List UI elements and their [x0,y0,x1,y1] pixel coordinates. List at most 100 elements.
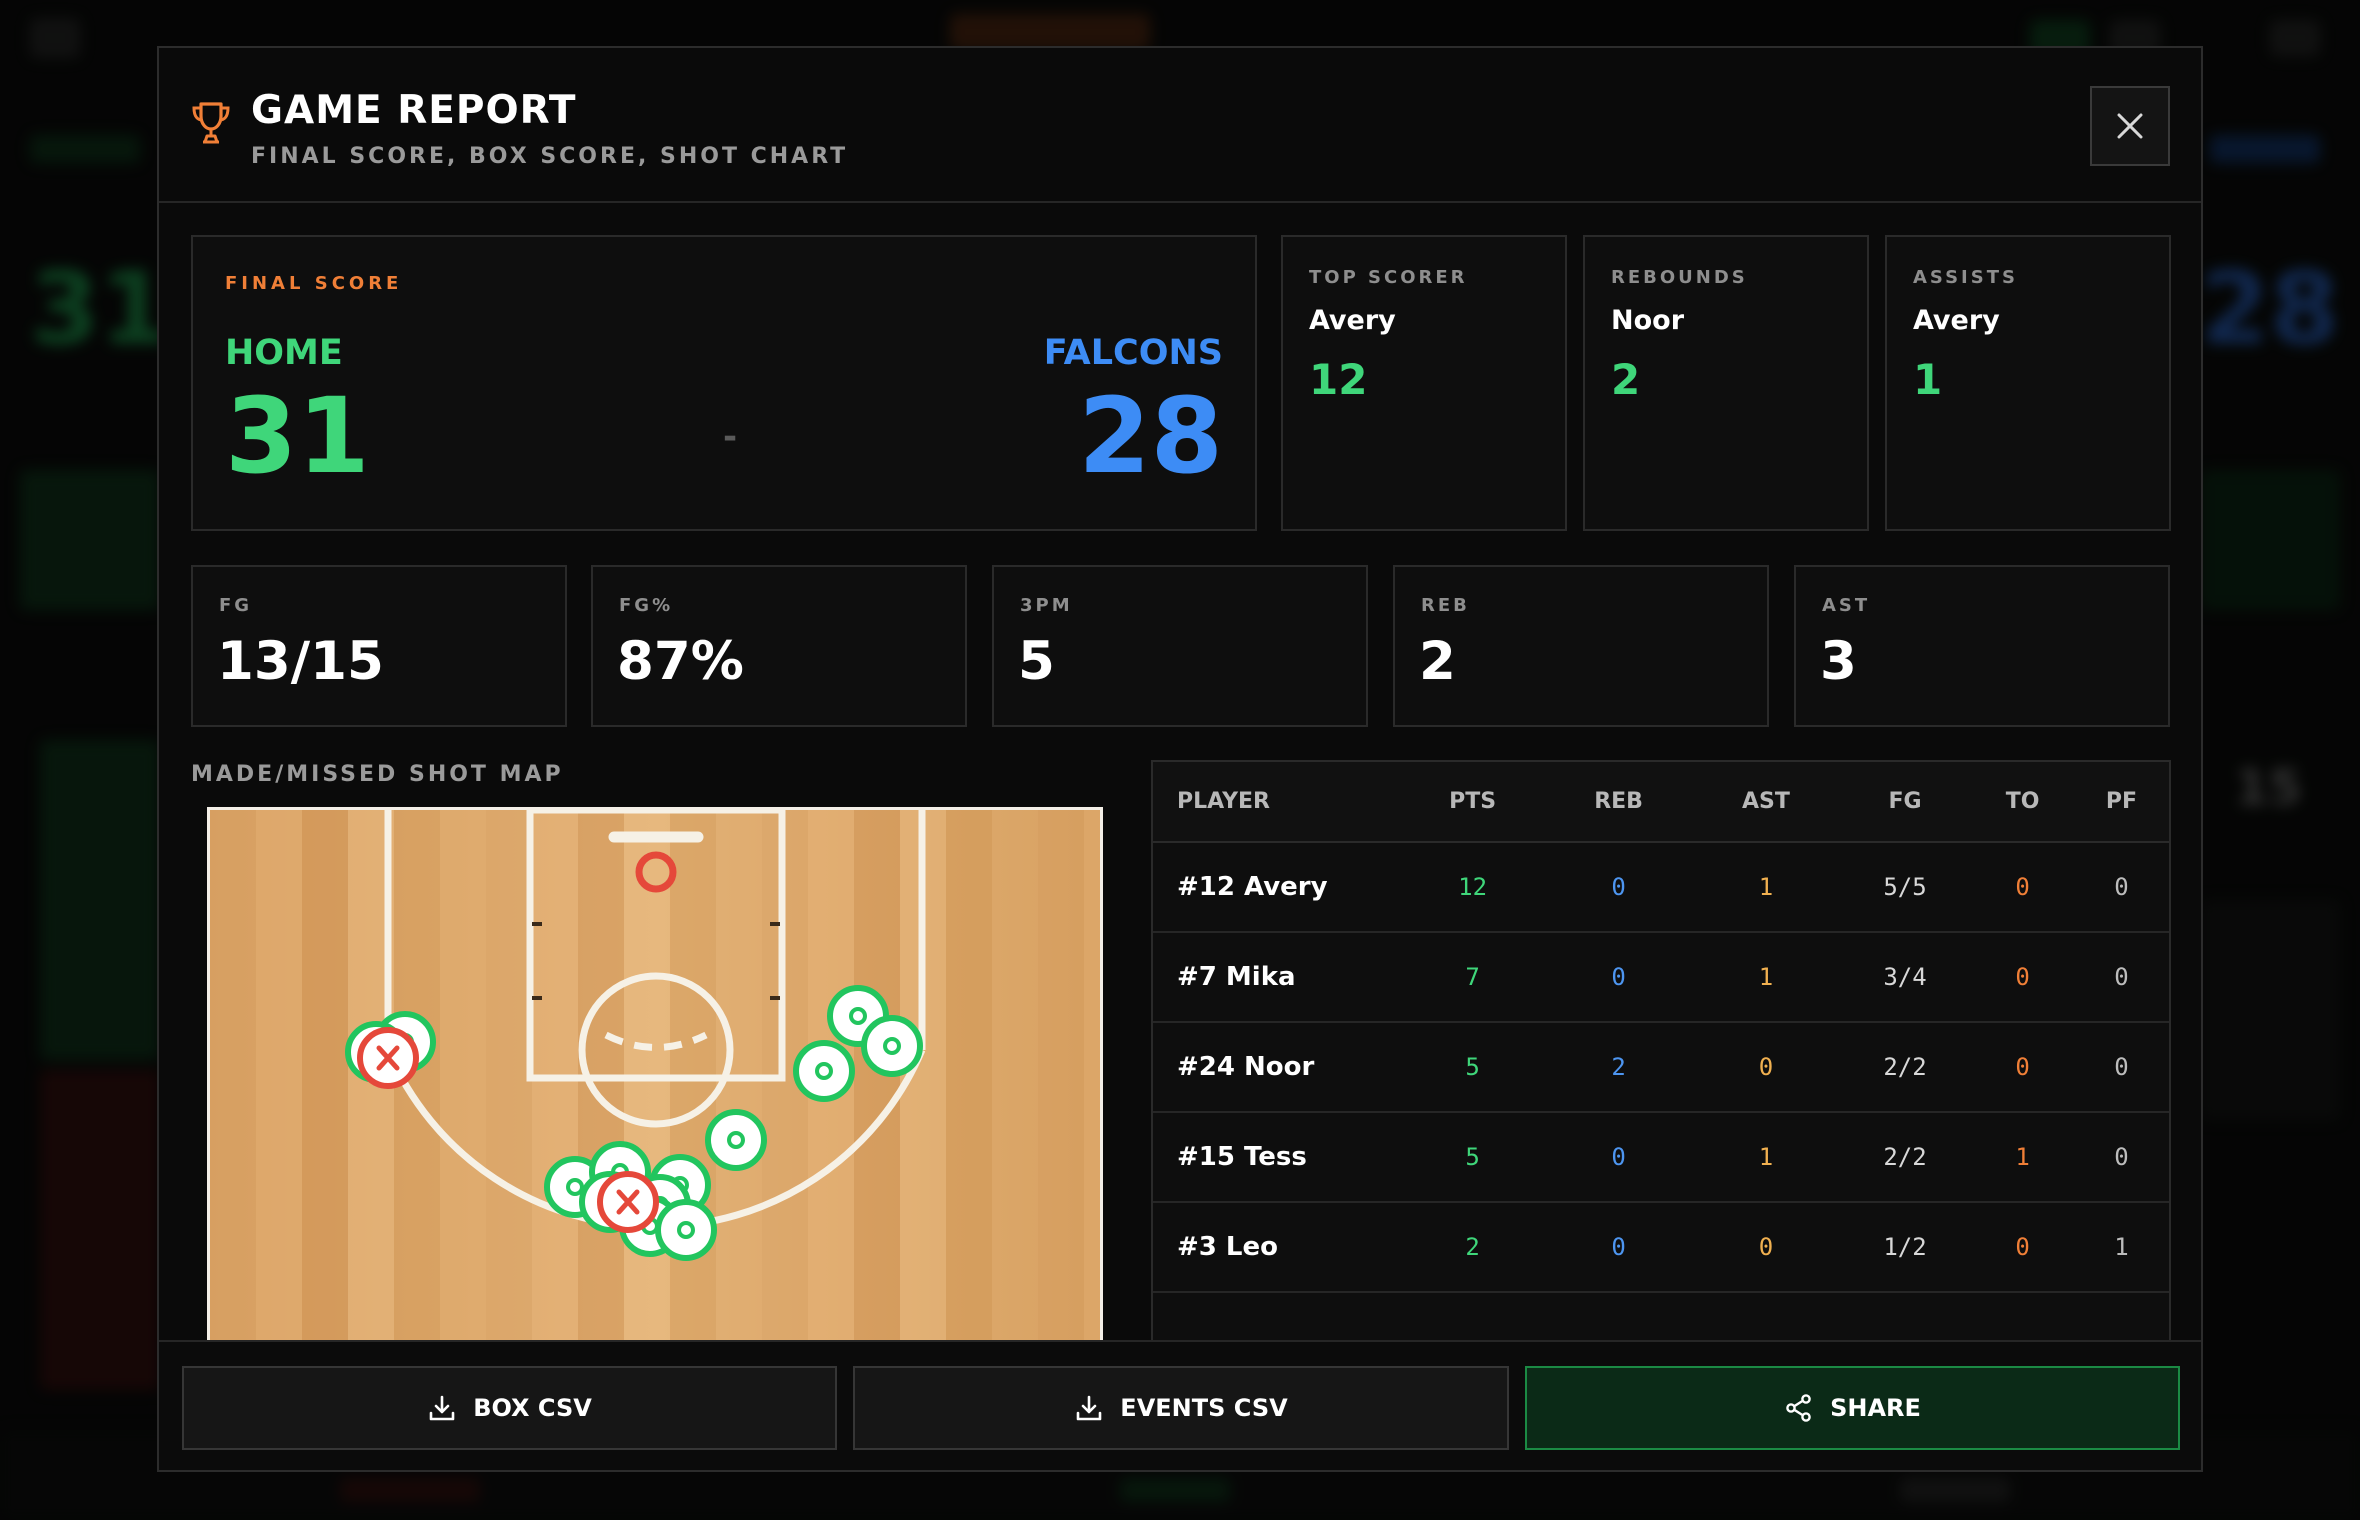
cell-fg: 1/2 [1838,1202,1972,1293]
stat-card-ast: AST 3 [1794,565,2170,727]
missed-shot-marker[interactable] [357,1027,419,1089]
player-name: #3 Leo [1153,1202,1401,1293]
leader-label: TOP SCORER [1309,267,1468,288]
court-graphic [210,810,1100,1387]
cell-pts: 2 [1401,1202,1545,1293]
court-planks [210,810,1100,1387]
stat-label: REB [1421,595,1470,616]
court-plank [624,810,670,1387]
cell-pf: 0 [2073,932,2169,1023]
cell-to: 0 [1971,932,2074,1023]
made-shot-marker[interactable] [793,1040,855,1102]
column-header: REB [1544,762,1693,843]
column-header: PF [2073,762,2169,843]
leader-name: Avery [1309,305,1396,336]
table-row: #7 Mika 7 0 1 3/4 0 0 [1153,932,2169,1023]
cell-pf: 1 [2073,1202,2169,1293]
table-row: #24 Noor 5 2 0 2/2 0 0 [1153,1022,2169,1113]
share-button[interactable]: SHARE [1525,1366,2180,1450]
events-csv-button[interactable]: EVENTS CSV [853,1366,1509,1450]
court-plank [532,810,578,1387]
made-shot-marker[interactable] [861,1015,923,1077]
cell-fg: 2/2 [1838,1022,1972,1113]
final-score-card: FINAL SCORE HOME 31 - FALCONS 28 [191,235,1257,531]
leader-name: Noor [1611,305,1685,336]
column-header: PLAYER [1153,762,1401,843]
cell-to: 0 [1971,1202,2074,1293]
leader-card-assists: ASSISTS Avery 1 [1885,235,2171,531]
column-header: TO [1971,762,2074,843]
cell-fg: 2/2 [1838,1112,1972,1203]
shot-map-court[interactable] [207,807,1103,1387]
stat-card-fg: FG 13/15 [191,565,567,727]
leader-card-top-scorer: TOP SCORER Avery 12 [1281,235,1567,531]
column-header: AST [1692,762,1839,843]
court-plank [1084,810,1100,1387]
cell-reb: 0 [1544,1112,1693,1203]
trophy-icon [192,102,230,144]
court-plank [486,810,532,1387]
stat-label: FG% [619,595,674,616]
court-plank [946,810,992,1387]
stat-value: 5 [1018,631,1055,692]
table-row: #12 Avery 12 0 1 5/5 0 0 [1153,842,2169,933]
stat-label: 3PM [1020,595,1073,616]
away-team-score: 28 [1078,375,1223,497]
leader-label: ASSISTS [1913,267,2018,288]
close-button[interactable] [2090,86,2170,166]
cell-to: 0 [1971,842,2074,933]
leader-value: 2 [1611,355,1641,404]
stat-value: 2 [1419,631,1456,692]
court-plank [210,810,256,1387]
home-team-score: 31 [225,375,370,497]
download-icon [1076,1395,1102,1421]
cell-reb: 0 [1544,1202,1693,1293]
stat-card-fg-pct: FG% 87% [591,565,967,727]
box-score-table: PLAYER PTS REB AST FG TO PF #12 Avery 12… [1151,760,2171,1420]
cell-to: 1 [1971,1112,2074,1203]
cell-ast: 1 [1692,842,1839,933]
stat-card-3pm: 3PM 5 [992,565,1368,727]
made-shot-marker[interactable] [705,1109,767,1171]
cell-ast: 0 [1692,1022,1839,1113]
leader-value: 12 [1309,355,1368,404]
score-separator: - [723,417,738,457]
cell-reb: 0 [1544,932,1693,1023]
cell-pts: 7 [1401,932,1545,1023]
stat-value: 3 [1820,631,1857,692]
game-report-modal: GAME REPORT FINAL SCORE, BOX SCORE, SHOT… [157,46,2203,1472]
table-row: #15 Tess 5 0 1 2/2 1 0 [1153,1112,2169,1203]
stat-value: 87% [617,631,744,692]
box-csv-button[interactable]: BOX CSV [182,1366,837,1450]
court-plank [256,810,302,1387]
cell-reb: 0 [1544,842,1693,933]
leader-value: 1 [1913,355,1943,404]
made-shot-marker[interactable] [655,1199,717,1261]
court-plank [440,810,486,1387]
cell-ast: 0 [1692,1202,1839,1293]
player-name: #7 Mika [1153,932,1401,1023]
modal-footer: BOX CSV EVENTS CSV SHARE [159,1340,2201,1470]
missed-shot-marker[interactable] [597,1171,659,1233]
table-row: #3 Leo 2 0 0 1/2 0 1 [1153,1202,2169,1293]
stat-card-reb: REB 2 [1393,565,1769,727]
court-plank [302,810,348,1387]
stat-label: AST [1822,595,1871,616]
events-csv-label: EVENTS CSV [1120,1394,1288,1422]
modal-header: GAME REPORT FINAL SCORE, BOX SCORE, SHOT… [159,48,2201,203]
stat-value: 13/15 [217,631,384,692]
share-label: SHARE [1830,1394,1921,1422]
modal-subtitle: FINAL SCORE, BOX SCORE, SHOT CHART [251,144,849,169]
box-csv-label: BOX CSV [473,1394,592,1422]
player-name: #15 Tess [1153,1112,1401,1203]
share-icon [1786,1394,1811,1422]
final-score-label: FINAL SCORE [225,273,403,294]
modal-title: GAME REPORT [251,88,577,133]
cell-pf: 0 [2073,1022,2169,1113]
download-icon [429,1395,455,1421]
player-name: #12 Avery [1153,842,1401,933]
cell-fg: 3/4 [1838,932,1972,1023]
player-name: #24 Noor [1153,1022,1401,1113]
court-plank [992,810,1038,1387]
court-plank [716,810,762,1387]
